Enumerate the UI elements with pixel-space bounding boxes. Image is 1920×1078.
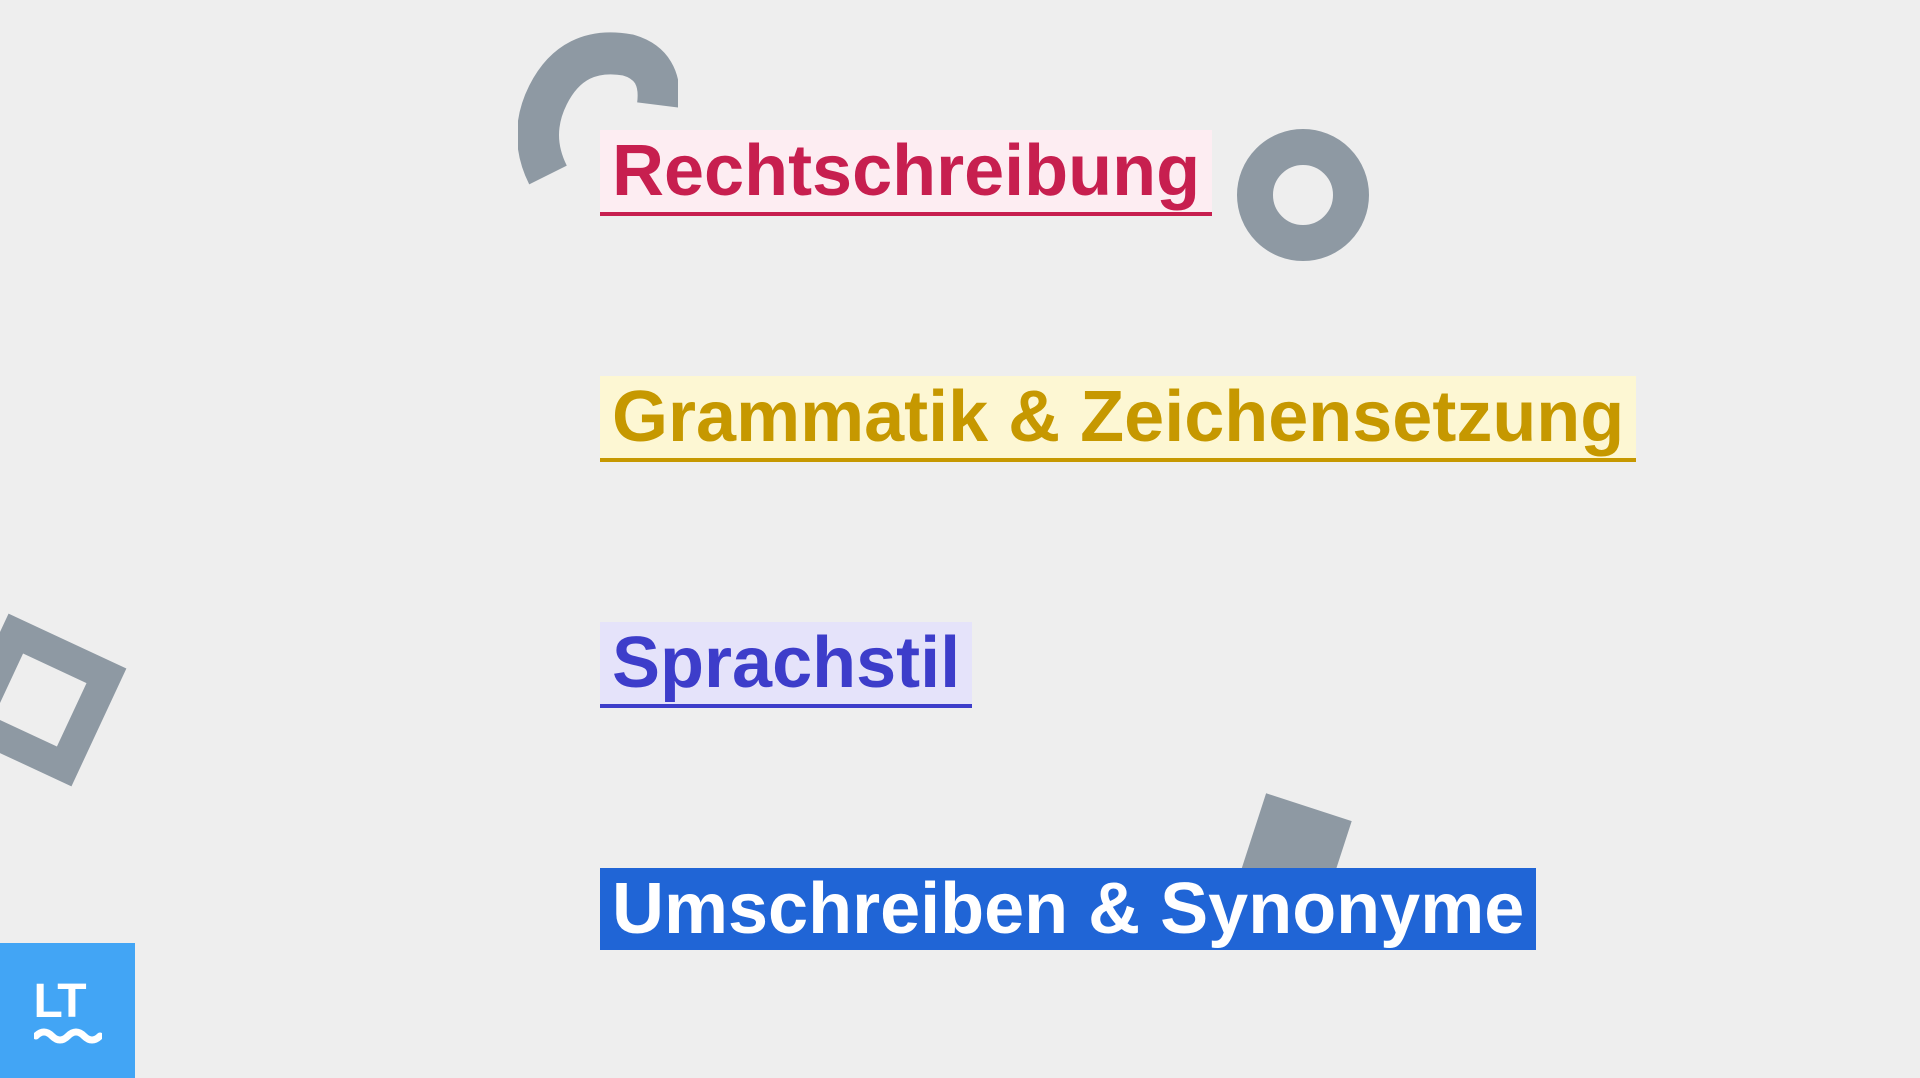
languagetool-logo: LT xyxy=(0,943,135,1078)
category-grammar: Grammatik & Zeichensetzung xyxy=(600,376,1636,462)
category-style: Sprachstil xyxy=(600,622,972,708)
category-rewrite: Umschreiben & Synonyme xyxy=(600,868,1536,950)
category-spelling: Rechtschreibung xyxy=(600,130,1212,216)
categories-list: Rechtschreibung Grammatik & Zeichensetzu… xyxy=(600,130,1636,950)
logo-wave-icon xyxy=(34,1028,102,1044)
logo-text: LT xyxy=(34,978,85,1026)
decorative-square-left xyxy=(0,600,140,805)
